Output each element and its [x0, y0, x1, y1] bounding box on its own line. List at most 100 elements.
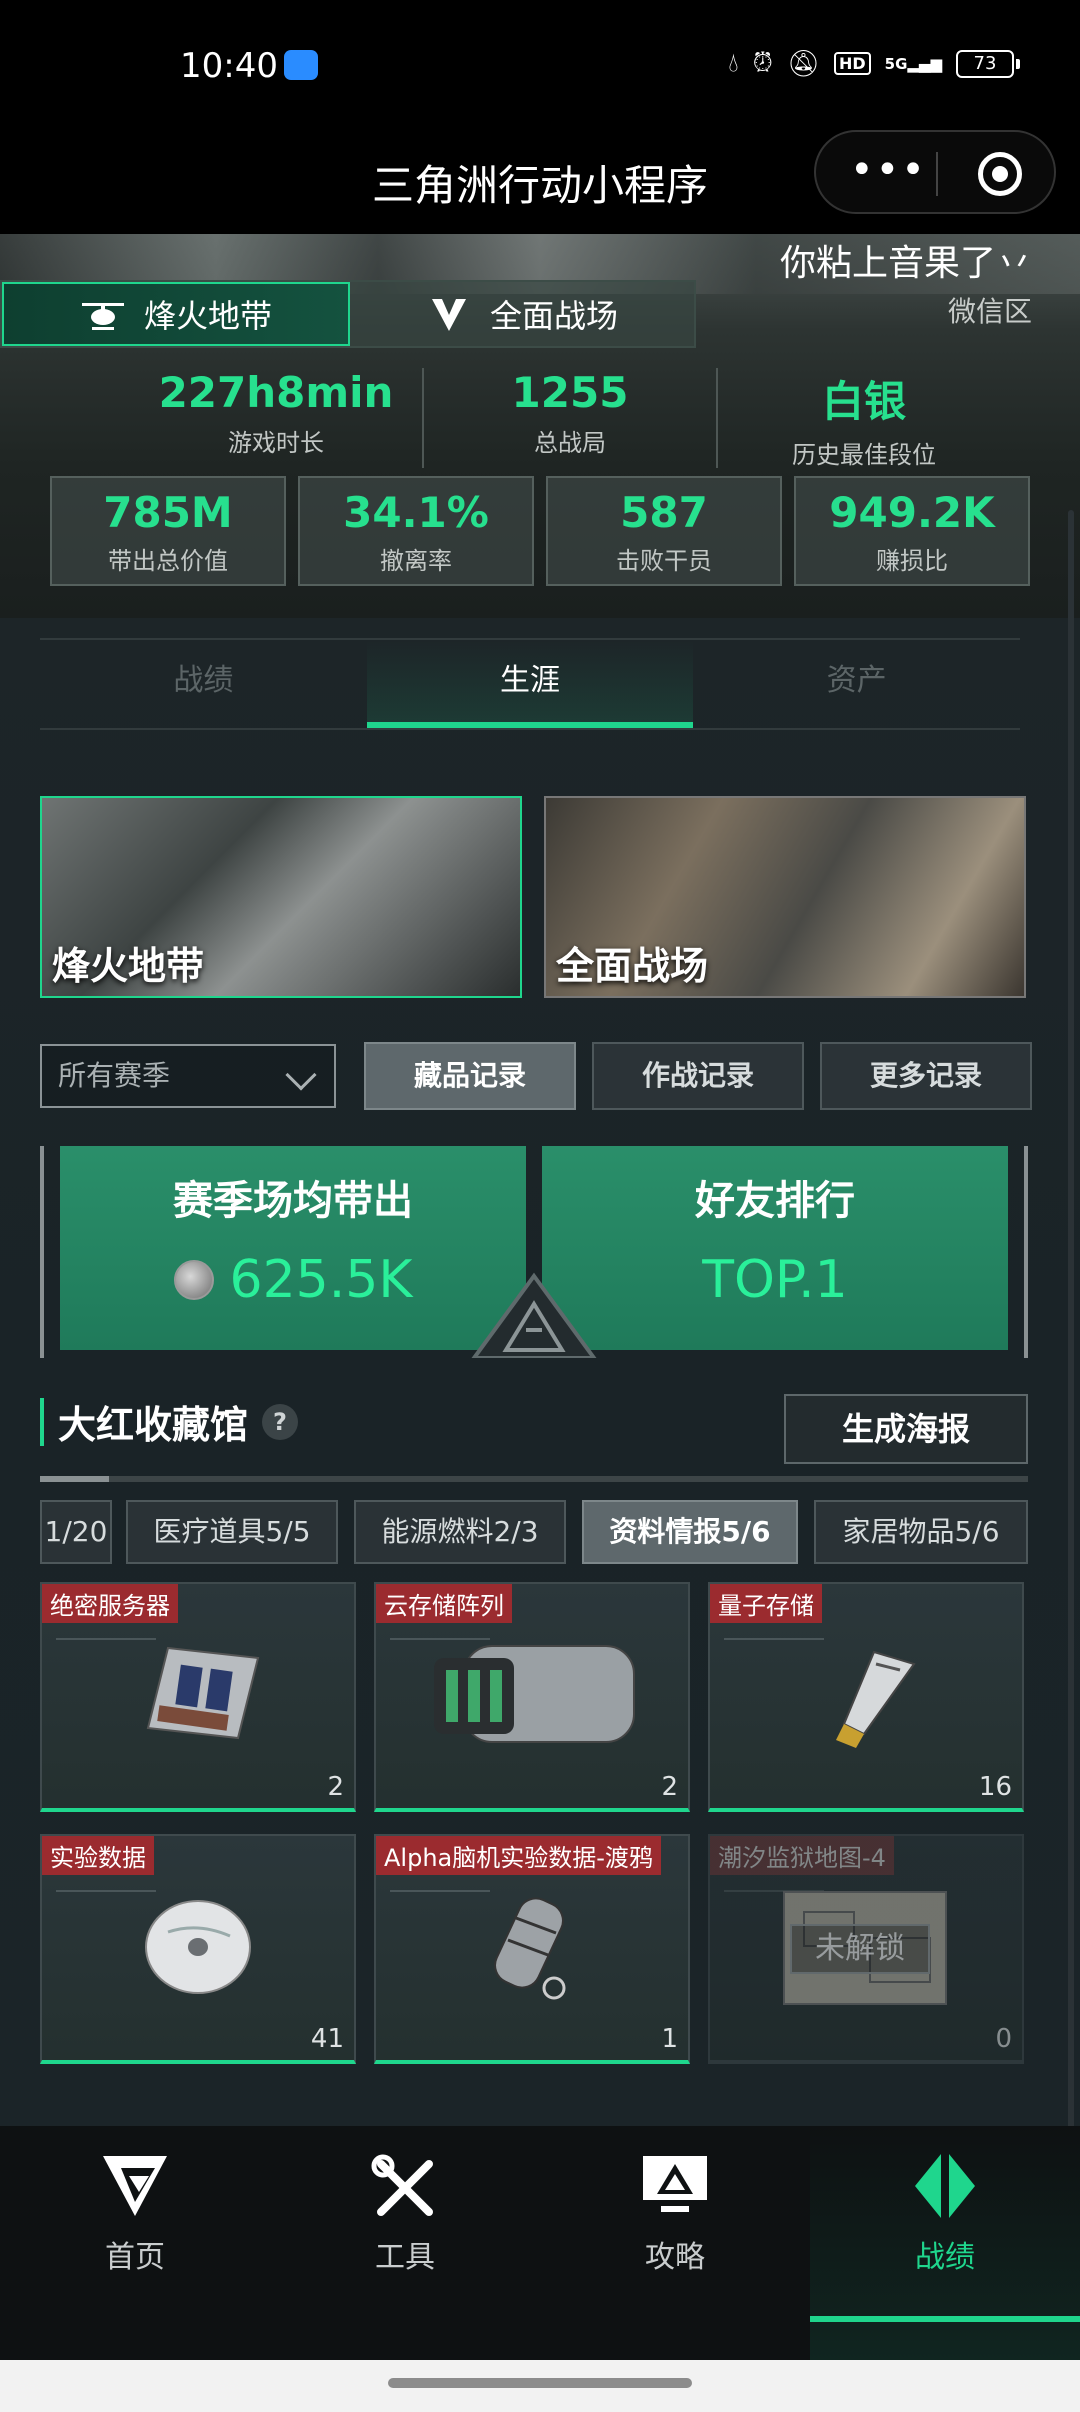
stat-playtime: 227h8min 游戏时长	[130, 368, 424, 468]
summary-edge-right	[1024, 1146, 1028, 1358]
avg-extract-panel: 赛季场均带出 625.5K	[60, 1146, 526, 1350]
filter-row: 所有赛季 藏品记录 作战记录 更多记录	[40, 1042, 1034, 1110]
mini-program-navbar: 三角洲行动小程序 •••	[0, 130, 1080, 234]
stat-label: 带出总价值	[108, 547, 228, 575]
storage-array-icon	[434, 1645, 635, 1743]
collection-item[interactable]: 云存储阵列 2	[374, 1582, 690, 1812]
category-tab[interactable]: 1/20	[40, 1500, 112, 1564]
category-tab-active[interactable]: 资料情报5/6	[582, 1500, 798, 1564]
stat-value: 白银	[821, 377, 906, 426]
alarm-icon: ⏰︎	[752, 48, 773, 78]
water-drop-icon: 💧︎	[728, 48, 739, 78]
notification-app-icon	[284, 50, 318, 80]
nav-guide[interactable]: 攻略	[540, 2126, 810, 2360]
stat-label: 击败干员	[616, 547, 712, 575]
stat-box-kills: 587 击败干员	[546, 476, 782, 586]
tab-fenghuo-label: 烽火地带	[143, 297, 272, 335]
stat-best-rank: 白银 历史最佳段位	[718, 368, 1010, 469]
server-icon	[146, 1646, 260, 1740]
tab-career[interactable]: 生涯	[366, 640, 694, 728]
tab-quanmian[interactable]: 全面战场	[350, 282, 694, 346]
page-scrollbar[interactable]	[1068, 510, 1074, 2370]
stat-value: 34.1%	[343, 488, 489, 537]
help-icon[interactable]: ?	[262, 1403, 299, 1440]
home-logo-icon	[103, 2156, 167, 2216]
disc-icon	[145, 1900, 251, 1994]
mode-cards: 烽火地带 全面战场	[40, 796, 1030, 998]
collection-item[interactable]: 绝密服务器 2	[40, 1582, 356, 1812]
battery-icon: 73	[956, 49, 1020, 78]
category-tabs: 1/20 医疗道具5/5 能源燃料2/3 资料情报5/6 家居物品5/6	[40, 1500, 1028, 1566]
collection-item[interactable]: Alpha脑机实验数据-渡鸦 1	[374, 1834, 690, 2064]
item-count: 0	[995, 2024, 1012, 2054]
hd-icon: HD	[833, 52, 871, 75]
friend-rank-title: 好友排行	[695, 1178, 855, 1224]
stat-label: 总战局	[534, 429, 606, 457]
category-scroll-thumb[interactable]	[40, 1476, 110, 1482]
mode-card-quanmian[interactable]: 全面战场	[544, 796, 1026, 998]
username: 你粘上音果了丷	[779, 243, 1032, 284]
season-summary: 赛季场均带出 625.5K 好友排行 TOP.1	[40, 1146, 1028, 1358]
item-count: 1	[661, 2024, 678, 2054]
shield-emblem-icon	[431, 299, 466, 331]
status-bar: 10:40 💧︎ ⏰︎ 🔕︎ HD 5G▂▄▆ 73	[0, 0, 1080, 130]
nav-label: 战绩	[915, 2240, 975, 2275]
more-options-icon[interactable]: •••	[850, 150, 927, 190]
close-miniprogram-icon[interactable]	[978, 152, 1022, 196]
gesture-area	[0, 2360, 1080, 2412]
season-value: 所有赛季	[58, 1059, 171, 1092]
generate-poster-button[interactable]: 生成海报	[784, 1394, 1028, 1464]
category-tab[interactable]: 家居物品5/6	[814, 1500, 1028, 1564]
item-name: 潮汐监狱地图-4	[710, 1836, 894, 1875]
stat-label: 游戏时长	[228, 429, 324, 457]
item-name: 量子存储	[710, 1584, 822, 1623]
collection-item[interactable]: 量子存储 16	[708, 1582, 1024, 1812]
category-tab[interactable]: 医疗道具5/5	[126, 1500, 338, 1564]
collection-item-locked[interactable]: 未解锁 潮汐监狱地图-4 0	[708, 1834, 1024, 2064]
collection-record-button[interactable]: 藏品记录	[364, 1042, 576, 1110]
tools-icon	[371, 2154, 433, 2216]
item-count: 2	[327, 1772, 344, 1802]
season-dropdown[interactable]: 所有赛季	[40, 1044, 336, 1108]
friend-rank-panel[interactable]: 好友排行 TOP.1	[542, 1146, 1008, 1350]
tab-assets[interactable]: 资产	[693, 640, 1020, 728]
tab-fenghuo[interactable]: 烽火地带	[2, 282, 350, 346]
mode-card-fenghuo[interactable]: 烽火地带	[40, 796, 522, 998]
profile-header: 你粘上音果了丷 微信区 烽火地带 全面战场 227h8min 游戏时长 1255…	[0, 234, 1080, 618]
nav-record[interactable]: 战绩	[810, 2126, 1080, 2360]
stat-value: 587	[620, 488, 708, 537]
title-accent-bar	[40, 1397, 44, 1446]
signal-icon: 5G▂▄▆	[884, 54, 942, 73]
sub-tabs: 战绩 生涯 资产	[40, 638, 1020, 730]
battle-record-button[interactable]: 作战记录	[592, 1042, 804, 1110]
stat-value: 1255	[511, 368, 629, 417]
avg-extract-value-row: 625.5K	[60, 1250, 526, 1310]
status-icons: 💧︎ ⏰︎ 🔕︎ HD 5G▂▄▆ 73	[728, 48, 1020, 79]
nav-tools[interactable]: 工具	[270, 2126, 540, 2360]
nav-home[interactable]: 首页	[0, 2126, 270, 2360]
stat-value: 785M	[103, 488, 233, 537]
usb-drive-icon	[836, 1650, 916, 1748]
category-tab[interactable]: 能源燃料2/3	[354, 1500, 566, 1564]
helicopter-icon	[81, 303, 124, 330]
battery-level: 73	[956, 49, 1014, 78]
collection-section-title: 大红收藏馆 ?	[40, 1394, 299, 1449]
item-count: 41	[310, 2024, 344, 2054]
avg-extract-title: 赛季场均带出	[173, 1178, 413, 1224]
main-content: 战绩 生涯 资产 烽火地带 全面战场 所有赛季 藏品记录 作战记录 更多记录 赛…	[0, 618, 1080, 2126]
nav-label: 工具	[375, 2240, 435, 2275]
network-label: 5G	[884, 54, 908, 73]
item-name: 实验数据	[42, 1836, 154, 1875]
tab-record[interactable]: 战绩	[40, 640, 367, 728]
stat-boxes: 785M 带出总价值 34.1% 撤离率 587 击败干员 949.2K 赚损比	[50, 476, 1030, 586]
mode-card-label: 全面战场	[556, 944, 709, 988]
item-name: Alpha脑机实验数据-渡鸦	[376, 1836, 661, 1875]
coin-icon	[173, 1260, 214, 1300]
home-indicator[interactable]	[388, 2378, 692, 2388]
avg-extract-value: 625.5K	[229, 1250, 413, 1310]
nav-label: 攻略	[645, 2240, 705, 2275]
stat-box-profit-ratio: 949.2K 赚损比	[794, 476, 1030, 586]
item-name: 绝密服务器	[42, 1584, 178, 1623]
more-records-button[interactable]: 更多记录	[820, 1042, 1032, 1110]
collection-item[interactable]: 实验数据 41	[40, 1834, 356, 2064]
